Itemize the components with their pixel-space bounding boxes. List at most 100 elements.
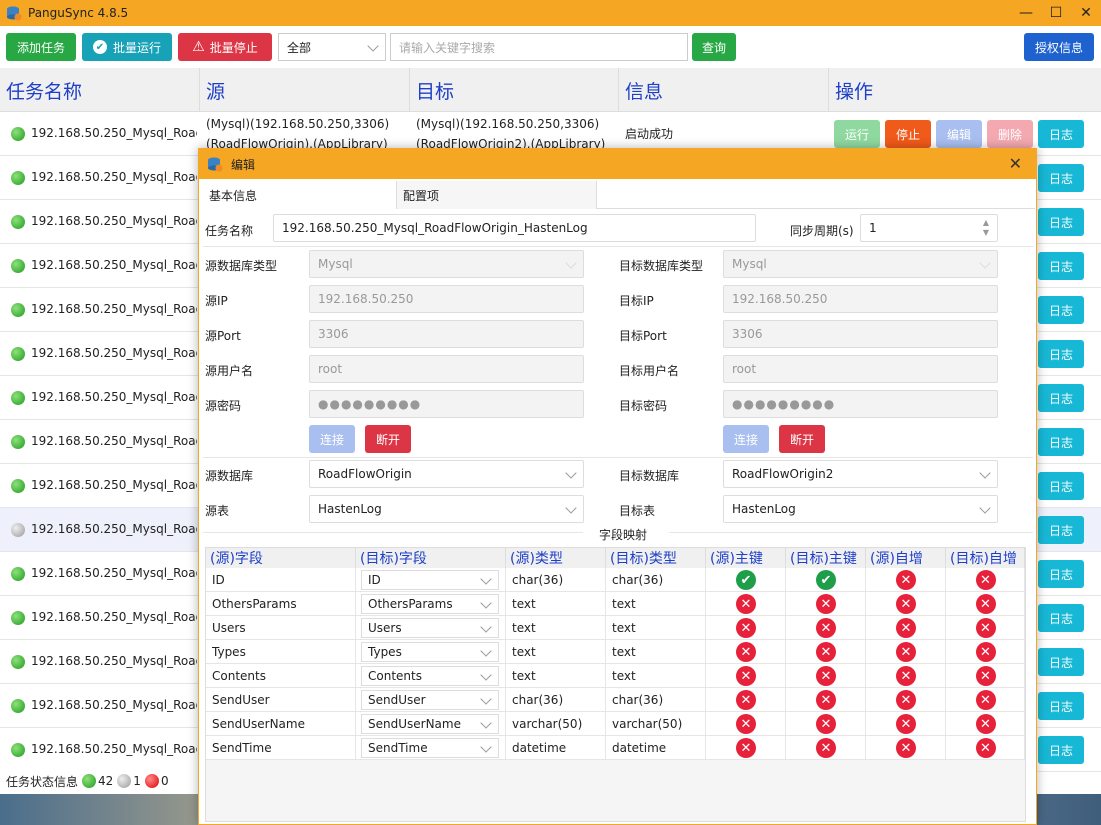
dst-field-value: Types [368, 645, 402, 659]
mapping-grid: (源)字段 (目标)字段 (源)类型 (目标)类型 (源)主键 (目标)主键 (源)自增 (目… [205, 547, 1026, 822]
task-name: 192.168.50.250_Mysql_RoadFlowOrigin [31, 478, 197, 492]
mapping-col-header[interactable]: (源)主键 [706, 548, 786, 568]
log-button[interactable]: 日志 [1038, 428, 1084, 456]
src-port-input[interactable]: 3306 [309, 320, 584, 348]
query-button[interactable]: 查询 [692, 33, 736, 61]
log-button[interactable]: 日志 [1038, 120, 1084, 148]
sai-cell: ✕ [866, 736, 946, 760]
stop-button[interactable]: 停止 [885, 120, 931, 148]
mapping-row[interactable]: Types Types text text ✕ ✕ ✕ ✕ [206, 640, 1025, 664]
log-button[interactable]: 日志 [1038, 516, 1084, 544]
src-table-select[interactable]: HastenLog [309, 495, 584, 523]
dst-pwd-input[interactable]: ●●●●●●●●● [723, 390, 998, 418]
log-button[interactable]: 日志 [1038, 384, 1084, 412]
chevron-down-icon [480, 669, 492, 681]
cross-icon: ✕ [975, 642, 996, 662]
chevron-down-icon [367, 40, 379, 52]
filter-select[interactable]: 全部 [278, 33, 386, 61]
tab-basic-info[interactable]: 基本信息 [203, 181, 397, 209]
log-button[interactable]: 日志 [1038, 472, 1084, 500]
period-stepper[interactable]: 1 ▲ ▼ [860, 214, 998, 242]
log-button[interactable]: 日志 [1038, 692, 1084, 720]
log-button[interactable]: 日志 [1038, 736, 1084, 764]
close-icon[interactable]: ✕ [1071, 0, 1101, 26]
search-input[interactable]: 请输入关键字搜索 [390, 33, 688, 61]
dst-type-select[interactable]: Mysql [723, 250, 998, 278]
run-button[interactable]: 运行 [834, 120, 880, 148]
log-button[interactable]: 日志 [1038, 340, 1084, 368]
edit-button[interactable]: 编辑 [936, 120, 982, 148]
col-actions[interactable]: 操作 [829, 68, 1101, 112]
dst-field-select[interactable]: SendUserName [361, 714, 499, 734]
dst-field-select[interactable]: Users [361, 618, 499, 638]
log-button[interactable]: 日志 [1038, 560, 1084, 588]
batch-stop-button[interactable]: ⚠ 批量停止 [178, 33, 272, 61]
dialog-close-icon[interactable]: ✕ [1009, 154, 1022, 173]
dst-user-input[interactable]: root [723, 355, 998, 383]
mapping-col-header[interactable]: (源)类型 [506, 548, 606, 568]
mapping-col-header[interactable]: (目标)自增 [946, 548, 1025, 568]
dst-field-value: ID [368, 573, 381, 587]
license-button[interactable]: 授权信息 [1024, 33, 1094, 61]
src-ip-label: 源IP [205, 294, 228, 308]
src-disconnect-button[interactable]: 断开 [365, 425, 411, 453]
log-button[interactable]: 日志 [1038, 252, 1084, 280]
src-connect-button[interactable]: 连接 [309, 425, 355, 453]
src-db-select[interactable]: RoadFlowOrigin [309, 460, 584, 488]
dst-field-cell: SendTime [356, 736, 506, 760]
task-name: 192.168.50.250_Mysql_RoadFlowOrigin [31, 522, 197, 536]
log-button[interactable]: 日志 [1038, 208, 1084, 236]
dst-field-select[interactable]: Contents [361, 666, 499, 686]
log-button[interactable]: 日志 [1038, 604, 1084, 632]
maximize-icon[interactable]: ☐ [1041, 0, 1071, 26]
mapping-col-header[interactable]: (源)字段 [206, 548, 356, 568]
status-dot-icon [11, 347, 25, 361]
mapping-row[interactable]: ID ID char(36) char(36) ✔ ✔ ✕ ✕ [206, 568, 1025, 592]
src-type: text [506, 664, 606, 688]
src-pwd-input[interactable]: ●●●●●●●●● [309, 390, 584, 418]
mapping-col-header[interactable]: (目标)字段 [356, 548, 506, 568]
status-dot-icon [11, 743, 25, 757]
add-task-button[interactable]: 添加任务 [6, 33, 76, 61]
mapping-row[interactable]: SendUser SendUser char(36) char(36) ✕ ✕ ✕ ✕ [206, 688, 1025, 712]
dpk-cell: ✔ [786, 568, 866, 592]
dst-field-select[interactable]: SendUser [361, 690, 499, 710]
log-button[interactable]: 日志 [1038, 164, 1084, 192]
dst-disconnect-button[interactable]: 断开 [779, 425, 825, 453]
delete-button[interactable]: 删除 [987, 120, 1033, 148]
mapping-row[interactable]: Users Users text text ✕ ✕ ✕ ✕ [206, 616, 1025, 640]
dst-connect-button[interactable]: 连接 [723, 425, 769, 453]
minimize-icon[interactable]: — [1011, 0, 1041, 26]
batch-run-button[interactable]: ✔ 批量运行 [82, 33, 172, 61]
mapping-col-header[interactable]: (目标)类型 [606, 548, 706, 568]
dst-field-select[interactable]: OthersParams [361, 594, 499, 614]
mapping-row[interactable]: OthersParams OthersParams text text ✕ ✕ ✕ ✕ [206, 592, 1025, 616]
mapping-row[interactable]: Contents Contents text text ✕ ✕ ✕ ✕ [206, 664, 1025, 688]
dst-ip-input[interactable]: 192.168.50.250 [723, 285, 998, 313]
log-button[interactable]: 日志 [1038, 648, 1084, 676]
dst-field-select[interactable]: SendTime [361, 738, 499, 758]
src-ip-input[interactable]: 192.168.50.250 [309, 285, 584, 313]
tab-config[interactable]: 配置项 [397, 181, 597, 209]
stepper-arrows-icon[interactable]: ▲ ▼ [983, 218, 989, 238]
status-dot-icon [11, 479, 25, 493]
task-name-input[interactable]: 192.168.50.250_Mysql_RoadFlowOrigin_Hast… [273, 214, 756, 242]
dst-field-select[interactable]: Types [361, 642, 499, 662]
chevron-down-icon [480, 621, 492, 633]
log-button[interactable]: 日志 [1038, 296, 1084, 324]
mapping-row[interactable]: SendTime SendTime datetime datetime ✕ ✕ ✕ ✕ [206, 736, 1025, 760]
dst-port-input[interactable]: 3306 [723, 320, 998, 348]
mapping-col-header[interactable]: (目标)主键 [786, 548, 866, 568]
col-task-name[interactable]: 任务名称 [0, 68, 200, 112]
mapping-col-header[interactable]: (源)自增 [866, 548, 946, 568]
col-target[interactable]: 目标 [410, 68, 619, 112]
dst-db-value: RoadFlowOrigin2 [732, 467, 834, 481]
dst-db-select[interactable]: RoadFlowOrigin2 [723, 460, 998, 488]
dst-field-select[interactable]: ID [361, 570, 499, 590]
src-type-select[interactable]: Mysql [309, 250, 584, 278]
src-user-input[interactable]: root [309, 355, 584, 383]
col-info[interactable]: 信息 [619, 68, 829, 112]
mapping-row[interactable]: SendUserName SendUserName varchar(50) varch… [206, 712, 1025, 736]
dst-table-select[interactable]: HastenLog [723, 495, 998, 523]
col-source[interactable]: 源 [200, 68, 410, 112]
